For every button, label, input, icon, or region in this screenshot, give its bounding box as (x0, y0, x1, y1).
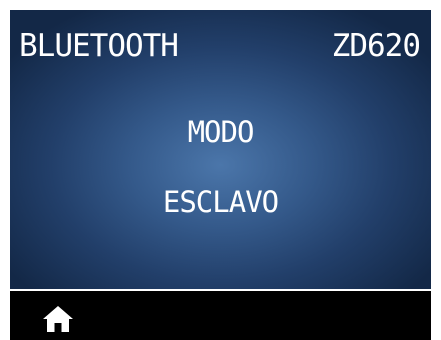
footer-bar (10, 289, 431, 340)
display-screen: BLUETOOTH ZD620 MODO ESCLAVO (10, 10, 431, 340)
home-button[interactable] (43, 306, 73, 332)
screen-title: BLUETOOTH (19, 28, 179, 64)
title-bar: BLUETOOTH ZD620 (10, 10, 431, 80)
home-icon (43, 306, 73, 332)
setting-display: MODO ESCLAVO (10, 80, 431, 290)
printer-display: BLUETOOTH ZD620 MODO ESCLAVO (10, 10, 431, 340)
printer-model: ZD620 (331, 28, 421, 64)
setting-value: ESCLAVO (162, 185, 279, 219)
setting-name: MODO (187, 115, 255, 149)
